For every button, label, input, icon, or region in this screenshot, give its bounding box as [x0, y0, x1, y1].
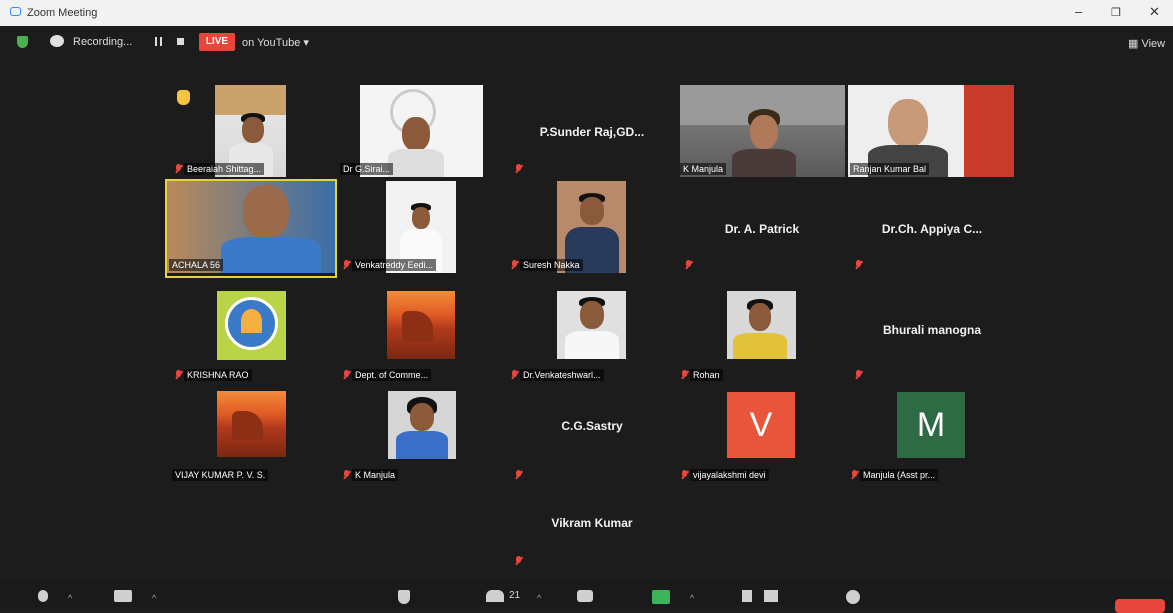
participant-tile[interactable]: K Manjula [678, 85, 846, 177]
recording-status: Recording... [73, 36, 133, 48]
reactions-icon[interactable] [846, 590, 860, 604]
muted-mic-icon [175, 164, 182, 174]
muted-mic-icon [343, 470, 350, 480]
participant-name: Dr G.Sirai... [340, 163, 394, 175]
participant-name: Ranjan Kumar Bal [850, 163, 930, 175]
participant-tile[interactable]: K Manjula [340, 391, 508, 483]
muted-mic-icon [511, 370, 518, 380]
participant-name: Rohan [690, 369, 723, 381]
participant-name: Dr.Venkateshwarl... [520, 369, 604, 381]
participant-tile[interactable]: V vijayalakshmi devi [678, 391, 846, 483]
participant-name: Dr. A. Patrick [724, 222, 800, 236]
participant-name: Manjula (Asst pr... [860, 469, 939, 481]
participant-name: vijayalakshmi devi [690, 469, 769, 481]
participants-options-chevron-icon[interactable]: ^ [537, 593, 541, 603]
security-shield-icon[interactable] [17, 36, 28, 48]
participant-video [387, 291, 455, 359]
mute-mic-icon[interactable] [38, 590, 48, 602]
close-icon[interactable]: ✕ [1149, 4, 1160, 20]
participant-tile[interactable]: C.G.Sastry [508, 391, 676, 483]
pause-recording-icon[interactable] [155, 37, 162, 46]
participant-video [557, 291, 626, 359]
muted-mic-icon [851, 470, 858, 480]
stop-recording-toolbar-icon[interactable] [764, 590, 778, 602]
participant-tile[interactable]: Dr.Ch. Appiya C... [848, 181, 1016, 273]
raised-hand-icon [177, 90, 190, 105]
participant-video [388, 391, 456, 459]
stop-video-icon[interactable] [114, 590, 132, 602]
participant-tile[interactable]: Dr. A. Patrick [678, 181, 846, 273]
zoom-app-icon [10, 7, 21, 16]
participant-tile[interactable]: Bhurali manogna [848, 291, 1016, 383]
participant-avatar-initial: M [897, 392, 965, 458]
participant-tile[interactable]: Rohan [678, 291, 846, 383]
muted-mic-icon [681, 470, 688, 480]
participant-tile[interactable]: P.Sunder Raj,GD... [508, 85, 676, 177]
participant-name: VIJAY KUMAR P. V. S. [172, 469, 269, 481]
video-options-chevron-icon[interactable]: ^ [152, 593, 156, 603]
participant-name: K Manjula [352, 469, 399, 481]
participant-video [217, 391, 286, 457]
active-speaker-highlight [165, 179, 337, 278]
window-titlebar: Zoom Meeting – ❐ ✕ [0, 0, 1173, 26]
muted-mic-icon [855, 370, 862, 380]
muted-mic-icon [515, 556, 522, 566]
participant-tile[interactable]: Suresh Nakka [508, 181, 676, 273]
muted-mic-icon [343, 260, 350, 270]
participant-name: Beeraiah Shittag... [184, 163, 265, 175]
participant-video [727, 291, 796, 359]
participant-tile[interactable]: KRISHNA RAO [172, 291, 340, 383]
muted-mic-icon [175, 370, 182, 380]
window-title: Zoom Meeting [27, 7, 98, 19]
participant-tile[interactable]: Ranjan Kumar Bal [848, 85, 1016, 177]
muted-mic-icon [515, 470, 522, 480]
participant-avatar-initial: V [727, 392, 795, 458]
audio-options-chevron-icon[interactable]: ^ [68, 593, 72, 603]
muted-mic-icon [343, 370, 350, 380]
muted-mic-icon [681, 370, 688, 380]
share-screen-icon[interactable] [652, 590, 670, 604]
participant-name: Bhurali manogna [882, 323, 981, 337]
participant-tile[interactable]: Venkatreddy Eedi... [340, 181, 508, 273]
participant-tile[interactable]: Vikram Kumar [508, 486, 676, 578]
stop-recording-icon[interactable] [177, 38, 184, 45]
muted-mic-icon [515, 164, 522, 174]
participant-name: C.G.Sastry [561, 419, 623, 433]
participant-count: 21 [509, 590, 521, 601]
share-options-chevron-icon[interactable]: ^ [690, 593, 694, 603]
participant-name: Dr.Ch. Appiya C... [881, 222, 983, 236]
participant-tile[interactable]: Dr.Venkateshwarl... [508, 291, 676, 383]
participant-name: K Manjula [680, 163, 727, 175]
participant-name: KRISHNA RAO [184, 369, 252, 381]
view-button[interactable]: ▦ View [1128, 37, 1165, 50]
participant-name: Vikram Kumar [551, 516, 633, 530]
livestream-dropdown[interactable]: on YouTube ▾ [242, 36, 309, 49]
muted-mic-icon [511, 260, 518, 270]
grid-view-icon: ▦ [1128, 38, 1142, 50]
live-badge: LIVE [199, 33, 235, 51]
participant-tile[interactable]: Dept. of Comme... [340, 291, 508, 383]
restore-icon[interactable]: ❐ [1111, 6, 1121, 19]
participant-name: Dept. of Comme... [352, 369, 432, 381]
participant-name: Venkatreddy Eedi... [352, 259, 437, 271]
pause-recording-toolbar-icon[interactable] [742, 590, 752, 602]
meeting-topbar [0, 26, 1173, 58]
participant-name: Suresh Nakka [520, 259, 583, 271]
participant-tile[interactable]: M Manjula (Asst pr... [848, 391, 1016, 483]
end-meeting-button[interactable] [1115, 599, 1165, 613]
muted-mic-icon [855, 260, 862, 270]
participant-name: P.Sunder Raj,GD... [539, 125, 645, 139]
muted-mic-icon [685, 260, 692, 270]
participant-video [217, 291, 286, 360]
security-icon[interactable] [398, 590, 410, 604]
participant-tile[interactable]: Dr G.Sirai... [340, 85, 508, 177]
participants-icon[interactable] [486, 590, 504, 602]
minimize-icon[interactable]: – [1075, 4, 1082, 19]
chat-icon[interactable] [577, 590, 593, 602]
participant-tile[interactable]: Beeraiah Shittag... [172, 85, 340, 177]
cloud-recording-icon [50, 35, 64, 47]
participant-tile[interactable]: VIJAY KUMAR P. V. S. [170, 391, 338, 483]
